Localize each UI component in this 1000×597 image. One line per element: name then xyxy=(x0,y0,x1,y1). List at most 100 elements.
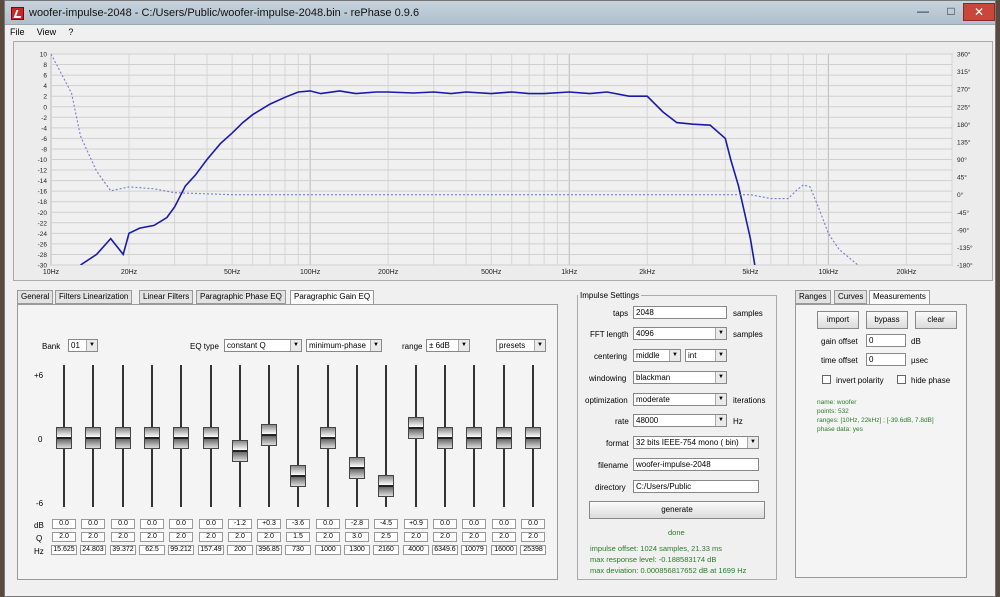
eq-band-slider[interactable] xyxy=(433,355,457,515)
slider-knob[interactable] xyxy=(144,427,160,449)
eq-q-value[interactable]: 2.0 xyxy=(316,532,340,542)
centering-mode-select[interactable]: int ▼ xyxy=(685,349,727,362)
slider-knob[interactable] xyxy=(349,456,365,479)
slider-knob[interactable] xyxy=(525,427,541,449)
menu-view[interactable]: View xyxy=(32,25,61,40)
eq-db-value[interactable]: -4.5 xyxy=(374,519,398,529)
eq-hz-value[interactable]: 396.85 xyxy=(256,545,282,555)
eq-band-slider[interactable] xyxy=(199,355,223,515)
eq-band-slider[interactable] xyxy=(345,355,369,515)
eq-db-value[interactable]: 0.0 xyxy=(169,519,193,529)
slider-knob[interactable] xyxy=(203,427,219,449)
eq-hz-value[interactable]: 2160 xyxy=(373,545,399,555)
eq-db-value[interactable]: 0.0 xyxy=(199,519,223,529)
slider-knob[interactable] xyxy=(290,465,306,488)
phase-mode-select[interactable]: minimum-phase ▼ xyxy=(306,339,382,352)
minimize-button[interactable]: — xyxy=(909,3,937,21)
eq-db-value[interactable]: +0.3 xyxy=(257,519,281,529)
eq-db-value[interactable]: 0.0 xyxy=(140,519,164,529)
eq-hz-value[interactable]: 10079 xyxy=(461,545,487,555)
eq-q-value[interactable]: 1.5 xyxy=(286,532,310,542)
eq-band-slider[interactable] xyxy=(404,355,428,515)
slider-knob[interactable] xyxy=(408,417,424,440)
frequency-response-plot[interactable]: 10Hz 20Hz 50Hz 100Hz 200Hz 500Hz 1kHz 2kHz 5kHz 1… xyxy=(13,41,993,281)
presets-select[interactable]: presets ▼ xyxy=(496,339,546,352)
tab-paragraphic-gain-eq[interactable]: Paragraphic Gain EQ xyxy=(290,290,375,305)
eq-db-value[interactable]: 0.0 xyxy=(462,519,486,529)
slider-knob[interactable] xyxy=(496,427,512,449)
menu-file[interactable]: File xyxy=(5,25,30,40)
eq-hz-value[interactable]: 39.372 xyxy=(110,545,136,555)
tab-measurements[interactable]: Measurements xyxy=(869,290,930,305)
generate-button[interactable]: generate xyxy=(589,501,765,519)
eq-db-value[interactable]: -1.2 xyxy=(228,519,252,529)
slider-knob[interactable] xyxy=(232,439,248,462)
format-select[interactable]: 32 bits IEEE-754 mono ( bin) ▼ xyxy=(633,436,759,449)
eq-q-value[interactable]: 2.0 xyxy=(111,532,135,542)
eq-band-slider[interactable] xyxy=(286,355,310,515)
eq-hz-value[interactable]: 730 xyxy=(285,545,311,555)
directory-input[interactable]: C:/Users/Public xyxy=(633,480,759,493)
slider-knob[interactable] xyxy=(261,423,277,446)
slider-knob[interactable] xyxy=(115,427,131,449)
eq-q-value[interactable]: 3.0 xyxy=(345,532,369,542)
eq-db-value[interactable]: 0.0 xyxy=(492,519,516,529)
eq-band-slider[interactable] xyxy=(316,355,340,515)
eq-q-value[interactable]: 2.0 xyxy=(199,532,223,542)
eq-band-slider[interactable] xyxy=(492,355,516,515)
invert-polarity-checkbox[interactable] xyxy=(822,375,831,384)
eq-q-value[interactable]: 2.0 xyxy=(462,532,486,542)
taps-input[interactable]: 2048 xyxy=(633,306,727,319)
slider-knob[interactable] xyxy=(85,427,101,449)
slider-knob[interactable] xyxy=(437,427,453,449)
eq-hz-value[interactable]: 99.212 xyxy=(168,545,194,555)
title-bar[interactable]: woofer-impulse-2048 - C:/Users/Public/wo… xyxy=(5,1,995,25)
bypass-button[interactable]: bypass xyxy=(866,311,908,329)
time-offset-input[interactable]: 0 xyxy=(866,353,906,366)
eq-hz-value[interactable]: 6349.6 xyxy=(432,545,458,555)
eq-q-value[interactable]: 2.0 xyxy=(228,532,252,542)
eq-db-value[interactable]: 0.0 xyxy=(81,519,105,529)
optimization-select[interactable]: moderate ▼ xyxy=(633,393,727,406)
filename-input[interactable]: woofer-impulse-2048 xyxy=(633,458,759,471)
eq-band-slider[interactable] xyxy=(111,355,135,515)
rate-select[interactable]: 48000 ▼ xyxy=(633,414,727,427)
eq-band-slider[interactable] xyxy=(374,355,398,515)
close-button[interactable]: ✕ xyxy=(963,3,995,21)
tab-general[interactable]: General xyxy=(17,290,54,304)
import-button[interactable]: import xyxy=(817,311,859,329)
hide-phase-checkbox[interactable] xyxy=(897,375,906,384)
eq-hz-value[interactable]: 16000 xyxy=(491,545,517,555)
eq-band-slider[interactable] xyxy=(169,355,193,515)
slider-knob[interactable] xyxy=(466,427,482,449)
eq-band-slider[interactable] xyxy=(462,355,486,515)
eq-hz-value[interactable]: 4000 xyxy=(403,545,429,555)
slider-knob[interactable] xyxy=(56,427,72,449)
tab-filters-linearization[interactable]: Filters Linearization xyxy=(55,290,133,304)
eq-type-select[interactable]: constant Q ▼ xyxy=(224,339,302,352)
eq-q-value[interactable]: 2.0 xyxy=(140,532,164,542)
tab-curves[interactable]: Curves xyxy=(834,290,868,304)
eq-q-value[interactable]: 2.0 xyxy=(52,532,76,542)
eq-db-value[interactable]: 0.0 xyxy=(433,519,457,529)
eq-band-slider[interactable] xyxy=(257,355,281,515)
maximize-button[interactable]: □ xyxy=(937,3,965,21)
tab-linear-filters[interactable]: Linear Filters xyxy=(139,290,194,304)
eq-band-slider[interactable] xyxy=(52,355,76,515)
slider-knob[interactable] xyxy=(320,427,336,449)
eq-band-slider[interactable] xyxy=(81,355,105,515)
eq-q-value[interactable]: 2.0 xyxy=(492,532,516,542)
eq-db-value[interactable]: 0.0 xyxy=(521,519,545,529)
eq-hz-value[interactable]: 25398 xyxy=(520,545,546,555)
eq-band-slider[interactable] xyxy=(140,355,164,515)
range-select[interactable]: ± 6dB ▼ xyxy=(426,339,470,352)
eq-hz-value[interactable]: 157.49 xyxy=(198,545,224,555)
eq-hz-value[interactable]: 1300 xyxy=(344,545,370,555)
eq-db-value[interactable]: +0.9 xyxy=(404,519,428,529)
eq-q-value[interactable]: 2.0 xyxy=(521,532,545,542)
eq-db-value[interactable]: 0.0 xyxy=(111,519,135,529)
bank-select[interactable]: 01 ▼ xyxy=(68,339,98,352)
eq-hz-value[interactable]: 24.803 xyxy=(80,545,106,555)
tab-paragraphic-phase-eq[interactable]: Paragraphic Phase EQ xyxy=(196,290,286,304)
eq-db-value[interactable]: -3.6 xyxy=(286,519,310,529)
